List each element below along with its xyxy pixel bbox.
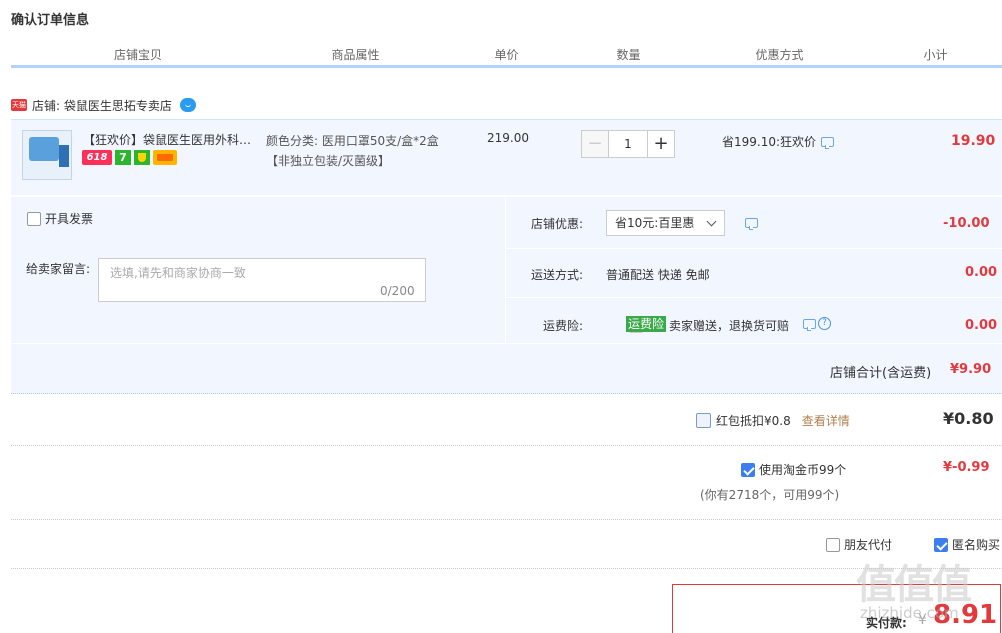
anonymous-option[interactable]: 匿名购买 (934, 536, 1000, 553)
message-char-count: 0/200 (380, 284, 415, 298)
attr-color: 颜色分类: 医用口罩50支/盒*2盒 (266, 134, 439, 148)
shop-discount-label: 店铺优惠: (531, 217, 584, 231)
invoice-checkbox[interactable] (27, 211, 41, 226)
badge-618-icon: 618 (82, 150, 112, 165)
shop-chat-icon[interactable] (179, 98, 196, 112)
watermark-logo: 值值值 (856, 562, 972, 608)
anonymous-label: 匿名购买 (952, 538, 1001, 552)
shipping-method: 普通配送 快递 免邮 (606, 268, 710, 282)
table-header: 店铺宝贝 商品属性 单价 数量 优惠方式 小计 (11, 46, 1002, 68)
hongbao-details-link[interactable]: 查看详情 (802, 412, 850, 429)
product-thumbnail[interactable] (22, 130, 72, 180)
header-col-shop-item: 店铺宝贝 (11, 46, 266, 65)
coin-value: ¥-0.99 (943, 460, 990, 475)
header-col-subtotal: 小计 (870, 46, 1002, 65)
shop-row: 天猫 店铺: 袋鼠医生思拓专卖店 (11, 95, 196, 115)
quantity-plus-button[interactable]: + (647, 130, 675, 158)
promo-text: 省199.10:狂欢价 (722, 135, 817, 149)
insurance-tag: 运费险 (626, 316, 667, 332)
hongbao-value: ¥0.80 (943, 409, 994, 428)
shop-discount-value: -10.00 (943, 216, 990, 231)
shop-total-label: 店铺合计(含运费) (830, 366, 932, 381)
message-placeholder: 选填,请先和商家协商一致 (110, 266, 246, 280)
header-col-unit-price: 单价 (446, 46, 568, 65)
shop-name[interactable]: 店铺: 袋鼠医生思拓专卖店 (32, 97, 172, 114)
unit-price: 219.00 (487, 131, 529, 145)
item-subtotal: 19.90 (951, 133, 996, 149)
badge-guarantee-icon (134, 150, 150, 165)
message-label: 给卖家留言: (26, 262, 91, 276)
hongbao-checkbox[interactable] (696, 413, 711, 428)
insurance-help: ? (798, 317, 831, 331)
quantity-stepper: − 1 + (581, 130, 675, 158)
quantity-input[interactable]: 1 (609, 130, 647, 158)
shop-discount-select[interactable]: 省10元:百里惠 (606, 210, 725, 236)
watermark-text: zhizhide.com (860, 604, 959, 622)
coin-checkbox[interactable] (741, 462, 755, 477)
shipping-label: 运送方式: (531, 268, 584, 282)
insurance-label: 运费险: (543, 319, 584, 333)
shop-total-value: ¥9.90 (950, 362, 992, 377)
invoice-label: 开具发票 (45, 212, 94, 226)
promo-comment-icon[interactable] (821, 136, 835, 149)
anonymous-checkbox[interactable] (934, 537, 948, 552)
chevron-down-icon (706, 216, 717, 227)
shipping-value: 0.00 (965, 265, 998, 280)
friend-pay-option[interactable]: 朋友代付 (826, 536, 892, 553)
badge-7day-return-icon: 7 (115, 150, 131, 165)
discount-comment-icon[interactable] (745, 218, 758, 230)
attr-package: 【非独立包装/灭菌级】 (266, 154, 391, 168)
friend-pay-label: 朋友代付 (844, 538, 893, 552)
insurance-text: 卖家赠送，退换货可赔 (669, 319, 790, 333)
header-col-quantity: 数量 (568, 46, 690, 65)
coin-option[interactable]: 使用淘金币99个 (741, 461, 846, 478)
quantity-minus-button[interactable]: − (581, 130, 609, 158)
header-col-attributes: 商品属性 (266, 46, 446, 65)
tmall-badge-icon: 天猫 (11, 99, 27, 111)
item-badges: 618 7 (82, 150, 177, 165)
header-col-discount: 优惠方式 (690, 46, 870, 65)
insurance-comment-icon[interactable] (803, 318, 816, 331)
badge-credit-card-icon (153, 150, 177, 165)
hongbao-option[interactable]: 红包抵扣¥0.8 查看详情 (696, 412, 850, 429)
help-icon[interactable]: ? (818, 317, 831, 330)
coin-available: (你有2718个，可用99个) (700, 488, 840, 502)
item-title[interactable]: 【狂欢价】袋鼠医生医用外科口罩一次性医疗 (83, 131, 263, 148)
friend-pay-checkbox[interactable] (826, 537, 840, 552)
page-title: 确认订单信息 (11, 13, 90, 28)
hongbao-label: 红包抵扣¥0.8 (716, 414, 791, 428)
invoice-option[interactable]: 开具发票 (27, 210, 93, 227)
item-attributes: 颜色分类: 医用口罩50支/盒*2盒 【非独立包装/灭菌级】 (266, 131, 439, 171)
insurance-value: 0.00 (965, 318, 998, 333)
coin-label: 使用淘金币99个 (759, 463, 847, 477)
shop-discount-selected: 省10元:百里惠 (615, 216, 695, 230)
item-promo: 省199.10:狂欢价 (722, 133, 835, 150)
